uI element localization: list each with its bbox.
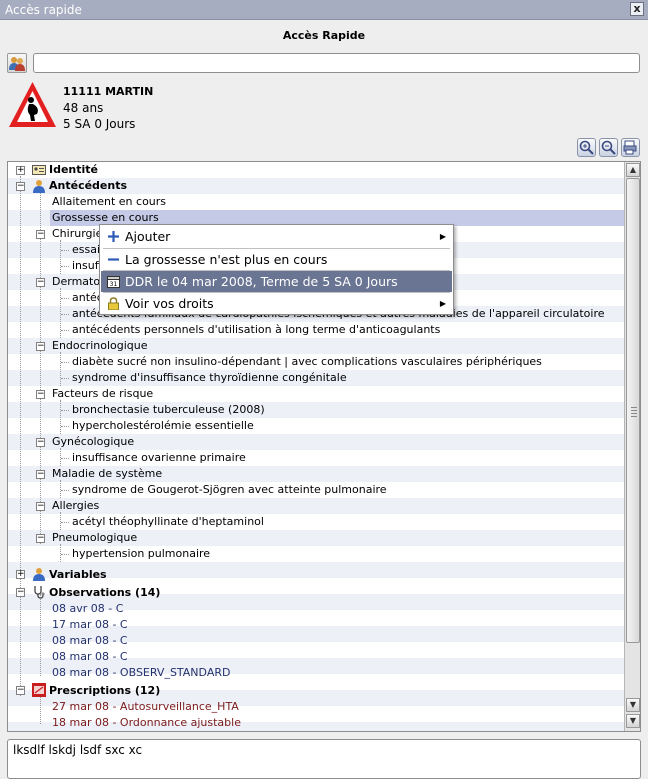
menu-item-ddr[interactable]: 31 DDR le 04 mar 2008, Terme de 5 SA 0 J… — [101, 271, 452, 292]
zoom-in-icon — [579, 140, 594, 155]
observation-item[interactable]: 08 mar 08 - C — [52, 633, 128, 649]
tree-node-gyneco[interactable]: Gynécologique — [52, 434, 134, 450]
tree-scrollbar[interactable]: ▲ ▼ ▼ — [624, 162, 640, 731]
scroll-thumb[interactable] — [626, 178, 640, 643]
print-button[interactable] — [621, 138, 640, 157]
patients-icon — [9, 57, 25, 71]
allergies-expander[interactable]: − — [36, 502, 45, 511]
tree-item-gyneco-1[interactable]: insuffisance ovarienne primaire — [72, 450, 246, 466]
window-titlebar: Accès rapide x — [0, 0, 648, 20]
menu-item-end-pregnancy[interactable]: La grossesse n'est plus en cours — [101, 249, 452, 270]
tree-node-identite[interactable]: Identité — [49, 162, 98, 178]
tree-node-antecedents[interactable]: Antécédents — [49, 178, 127, 194]
prescription-item[interactable]: 27 mar 08 - Autosurveillance_HTA — [52, 699, 239, 715]
patient-age: 48 ans — [63, 101, 104, 115]
antecedents-expander[interactable]: − — [16, 182, 25, 191]
tree-item-facteurs-1[interactable]: bronchectasie tuberculeuse (2008) — [72, 402, 265, 418]
tree-item-chirurgie-1[interactable]: essai — [72, 242, 100, 258]
tree-node-allergies[interactable]: Allergies — [52, 498, 99, 514]
observation-item[interactable]: 08 mar 08 - C — [52, 649, 128, 665]
calendar-day: 31 — [110, 281, 118, 288]
tree-node-chirurgie[interactable]: Chirurgie — [52, 226, 102, 242]
menu-item-ddr-label: DDR le 04 mar 2008, Terme de 5 SA 0 Jour… — [125, 274, 398, 289]
prescription-item[interactable]: 18 mar 08 - Ordonnance ajustable — [52, 715, 241, 731]
calendar-icon: 31 — [107, 276, 120, 288]
observation-item[interactable]: 08 avr 08 - C — [52, 601, 123, 617]
menu-item-end-pregnancy-label: La grossesse n'est plus en cours — [125, 252, 328, 267]
stethoscope-icon — [34, 586, 45, 599]
tree-item-endocrino-2[interactable]: syndrome d'insuffisance thyroïdienne con… — [72, 370, 347, 386]
user-icon — [33, 568, 45, 581]
submenu-arrow-icon: ▶ — [439, 299, 446, 308]
menu-item-add[interactable]: Ajouter ▶ — [101, 226, 452, 247]
tree-node-endocrino[interactable]: Endocrinologique — [52, 338, 148, 354]
facteurs-expander[interactable]: − — [36, 390, 45, 399]
pregnancy-warning-icon — [9, 82, 56, 127]
scroll-down-button[interactable]: ▼ — [626, 698, 640, 712]
prescription-icon — [32, 683, 46, 697]
prescriptions-expander[interactable]: − — [16, 686, 25, 695]
close-button[interactable]: x — [630, 2, 644, 16]
scroll-down-button-2[interactable]: ▼ — [626, 714, 640, 728]
tree-node-variables[interactable]: Variables — [49, 567, 107, 583]
tree-item-allaitement[interactable]: Allaitement en cours — [52, 194, 166, 210]
observation-item[interactable]: 08 mar 08 - OBSERV_STANDARD — [52, 665, 230, 681]
user-icon — [33, 180, 45, 193]
patient-search-button[interactable] — [7, 53, 27, 73]
observation-item[interactable]: 17 mar 08 - C — [52, 617, 128, 633]
notes-text: lksdlf lskdj lsdf sxc xc — [13, 743, 143, 757]
scroll-up-button[interactable]: ▲ — [626, 163, 640, 177]
zoom-out-icon — [601, 140, 616, 155]
tree-item-facteurs-2[interactable]: hypercholestérolémie essentielle — [72, 418, 254, 434]
submenu-arrow-icon: ▶ — [439, 232, 446, 241]
patient-info: 11111 MARTIN 48 ans 5 SA 0 Jours — [63, 84, 153, 132]
observations-expander[interactable]: − — [16, 588, 25, 597]
endocrino-expander[interactable]: − — [36, 342, 45, 351]
id-card-icon — [32, 165, 46, 175]
minus-icon — [108, 258, 119, 261]
lock-icon — [108, 297, 119, 310]
collapse-all-button[interactable] — [599, 138, 618, 157]
patient-name: 11111 MARTIN — [63, 85, 154, 98]
context-menu: Ajouter ▶ La grossesse n'est plus en cou… — [99, 224, 454, 315]
window-title: Accès rapide — [5, 3, 82, 17]
expand-all-button[interactable] — [577, 138, 596, 157]
search-input[interactable] — [33, 53, 640, 73]
page-title: Accès Rapide — [282, 29, 366, 42]
dermato-expander[interactable]: − — [36, 278, 45, 287]
plus-icon — [108, 231, 119, 242]
tree-node-prescriptions[interactable]: Prescriptions (12) — [49, 683, 160, 699]
print-icon — [623, 140, 637, 155]
identite-expander[interactable]: + — [16, 166, 25, 175]
maladie-expander[interactable]: − — [36, 470, 45, 479]
tree-item-pneumo-1[interactable]: hypertension pulmonaire — [72, 546, 210, 562]
tree-node-pneumo[interactable]: Pneumologique — [52, 530, 137, 546]
menu-item-rights-label: Voir vos droits — [125, 296, 214, 311]
pneumo-expander[interactable]: − — [36, 534, 45, 543]
menu-item-add-label: Ajouter — [125, 229, 171, 244]
tree-node-observations[interactable]: Observations (14) — [49, 585, 160, 601]
tree-item-maladie-1[interactable]: syndrome de Gougerot-Sjögren avec attein… — [72, 482, 387, 498]
tree-node-facteurs[interactable]: Facteurs de risque — [52, 386, 153, 402]
tree-item-allergies-1[interactable]: acétyl théophyllinate d'heptaminol — [72, 514, 264, 530]
notes-area[interactable]: lksdlf lskdj lsdf sxc xc — [7, 739, 641, 779]
pregnancy-term: 5 SA 0 Jours — [63, 117, 136, 131]
tree-item-dermato-3[interactable]: antécédents personnels d'utilisation à l… — [72, 322, 440, 338]
tree-node-maladie[interactable]: Maladie de système — [52, 466, 162, 482]
chirurgie-expander[interactable]: − — [36, 230, 45, 239]
menu-item-rights[interactable]: Voir vos droits ▶ — [101, 293, 452, 314]
gyneco-expander[interactable]: − — [36, 438, 45, 447]
tree-item-endocrino-1[interactable]: diabète sucré non insulino-dépendant | a… — [72, 354, 542, 370]
variables-expander[interactable]: + — [16, 570, 25, 579]
